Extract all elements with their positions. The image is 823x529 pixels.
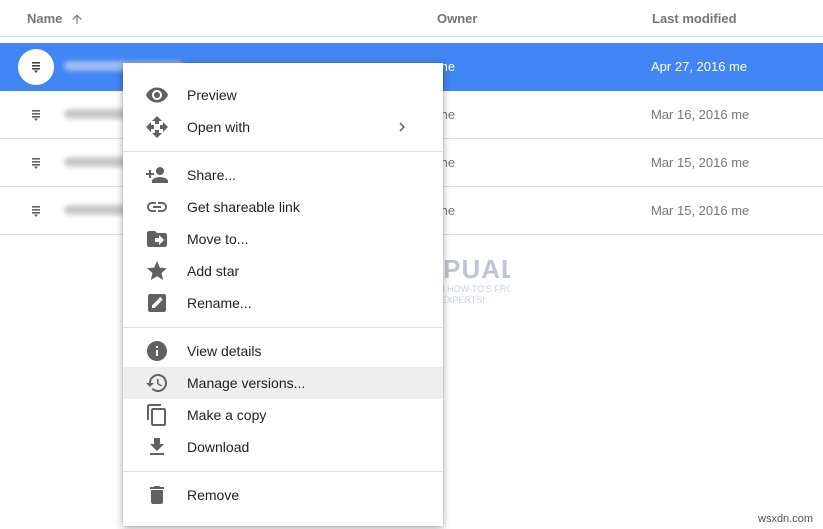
menu-item-view-details[interactable]: View details [123,335,443,367]
trash-icon [150,486,164,504]
document-icon [18,49,54,85]
menu-item-share[interactable]: Share... [123,159,443,191]
copy-icon [147,404,166,426]
menu-divider [123,151,443,152]
download-icon [150,438,164,455]
star-icon [147,261,167,280]
person-add-icon [146,167,168,183]
chevron-right-icon [399,122,405,132]
document-icon [18,97,54,133]
info-icon [147,341,167,361]
menu-divider [123,327,443,328]
document-icon [18,145,54,181]
menu-item-label: Download [187,439,250,455]
menu-item-label: Add star [187,263,240,279]
menu-item-remove[interactable]: Remove [123,479,443,511]
owner-column-header[interactable]: Owner [437,11,477,26]
menu-item-preview[interactable]: Preview [123,79,443,111]
history-icon [146,374,167,392]
file-last-modified: Mar 15, 2016 me [651,155,750,170]
last-modified-column-header[interactable]: Last modified [652,11,737,26]
menu-item-rename[interactable]: Rename... [123,287,443,319]
menu-item-add-star[interactable]: Add star [123,255,443,287]
context-menu: Preview Open with Share... Get shareable… [123,63,443,526]
menu-item-label: Share... [187,167,237,183]
file-list-header: Name Owner Last modified [0,0,823,37]
file-last-modified: Mar 16, 2016 me [651,107,750,122]
menu-item-label: Manage versions... [187,375,306,391]
menu-item-label: View details [187,343,262,359]
name-column-label: Name [27,11,63,26]
file-last-modified: Mar 15, 2016 me [651,203,750,218]
menu-item-label: Get shareable link [187,199,300,215]
folder-move-icon [147,231,167,247]
menu-item-label: Remove [187,487,240,503]
menu-item-label: Make a copy [187,407,267,423]
menu-item-make-a-copy[interactable]: Make a copy [123,399,443,431]
menu-item-label: Move to... [187,231,249,247]
name-column-header[interactable]: Name [27,11,84,26]
menu-item-download[interactable]: Download [123,431,443,463]
menu-item-open-with[interactable]: Open with [123,111,443,143]
move-arrows-icon [146,116,168,138]
file-last-modified: Apr 27, 2016 me [651,59,748,74]
rename-icon [148,294,166,312]
menu-item-label: Preview [187,87,237,103]
menu-item-move-to[interactable]: Move to... [123,223,443,255]
menu-item-label: Open with [187,119,251,135]
menu-item-manage-versions[interactable]: Manage versions... [123,367,443,399]
document-icon [18,193,54,229]
link-icon [147,202,167,212]
menu-divider [123,471,443,472]
eye-icon [146,87,168,103]
menu-item-label: Rename... [187,295,252,311]
site-credit: wsxdn.com [758,513,814,525]
menu-item-get-shareable-link[interactable]: Get shareable link [123,191,443,223]
arrow-up-icon[interactable] [70,12,84,26]
